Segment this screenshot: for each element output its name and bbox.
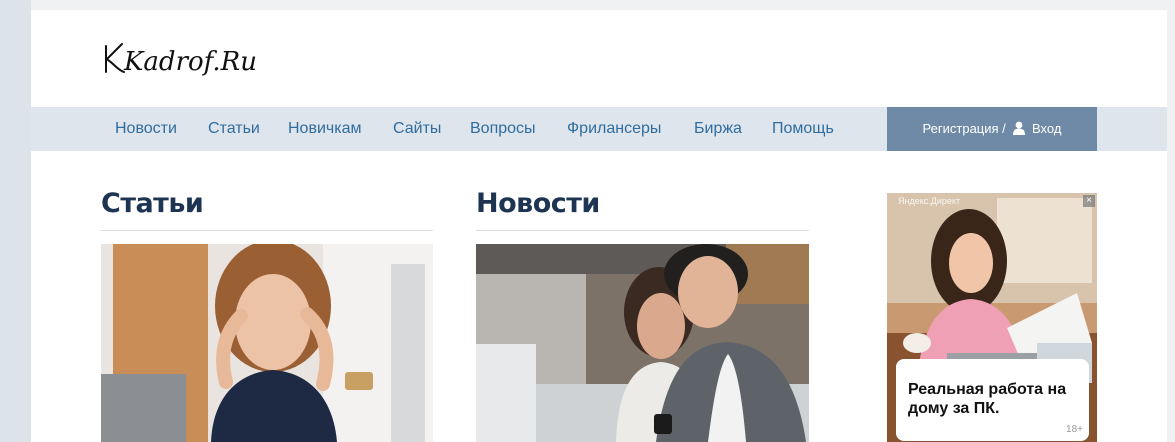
news-photo[interactable] [476, 244, 809, 442]
main-nav: Новости Статьи Новичкам Сайты Вопросы Фр… [31, 107, 1167, 151]
nav-item-articles[interactable]: Статьи [208, 107, 260, 151]
nav-item-beginners[interactable]: Новичкам [288, 107, 361, 151]
ad-block[interactable]: Яндекс.Директ × Реальная работа на дому … [887, 193, 1097, 442]
site-logo[interactable]: Kadrof.Ru [98, 32, 288, 84]
close-icon[interactable]: × [1083, 195, 1095, 207]
nav-item-news[interactable]: Новости [115, 107, 177, 151]
articles-divider [101, 230, 433, 231]
nav-item-sites[interactable]: Сайты [393, 107, 441, 151]
auth-bar: Регистрация / Вход [887, 107, 1097, 151]
user-icon [1013, 121, 1026, 135]
ad-card[interactable]: Реальная работа на дому за ПК. 18+ [896, 359, 1089, 441]
register-link[interactable]: Регистрация / [923, 121, 1006, 136]
age-rating-badge: 18+ [1066, 424, 1083, 435]
nav-item-freelancers[interactable]: Фрилансеры [567, 107, 661, 151]
news-divider [476, 230, 809, 231]
left-rail [0, 0, 31, 442]
news-section-title[interactable]: Новости [476, 188, 600, 219]
login-link[interactable]: Вход [1032, 121, 1061, 136]
nav-item-help[interactable]: Помощь [772, 107, 834, 151]
logo-text: Kadrof.Ru [123, 47, 257, 77]
nav-item-exchange[interactable]: Биржа [694, 107, 742, 151]
page: Kadrof.Ru Новости Статьи Новичкам Сайты … [31, 10, 1167, 442]
nav-item-questions[interactable]: Вопросы [470, 107, 536, 151]
article-photo[interactable] [101, 244, 433, 442]
ad-text: Реальная работа на дому за ПК. [908, 381, 1067, 417]
articles-section-title[interactable]: Статьи [101, 188, 204, 219]
ad-label: Яндекс.Директ [898, 196, 961, 206]
site-header: Kadrof.Ru [31, 10, 1167, 107]
